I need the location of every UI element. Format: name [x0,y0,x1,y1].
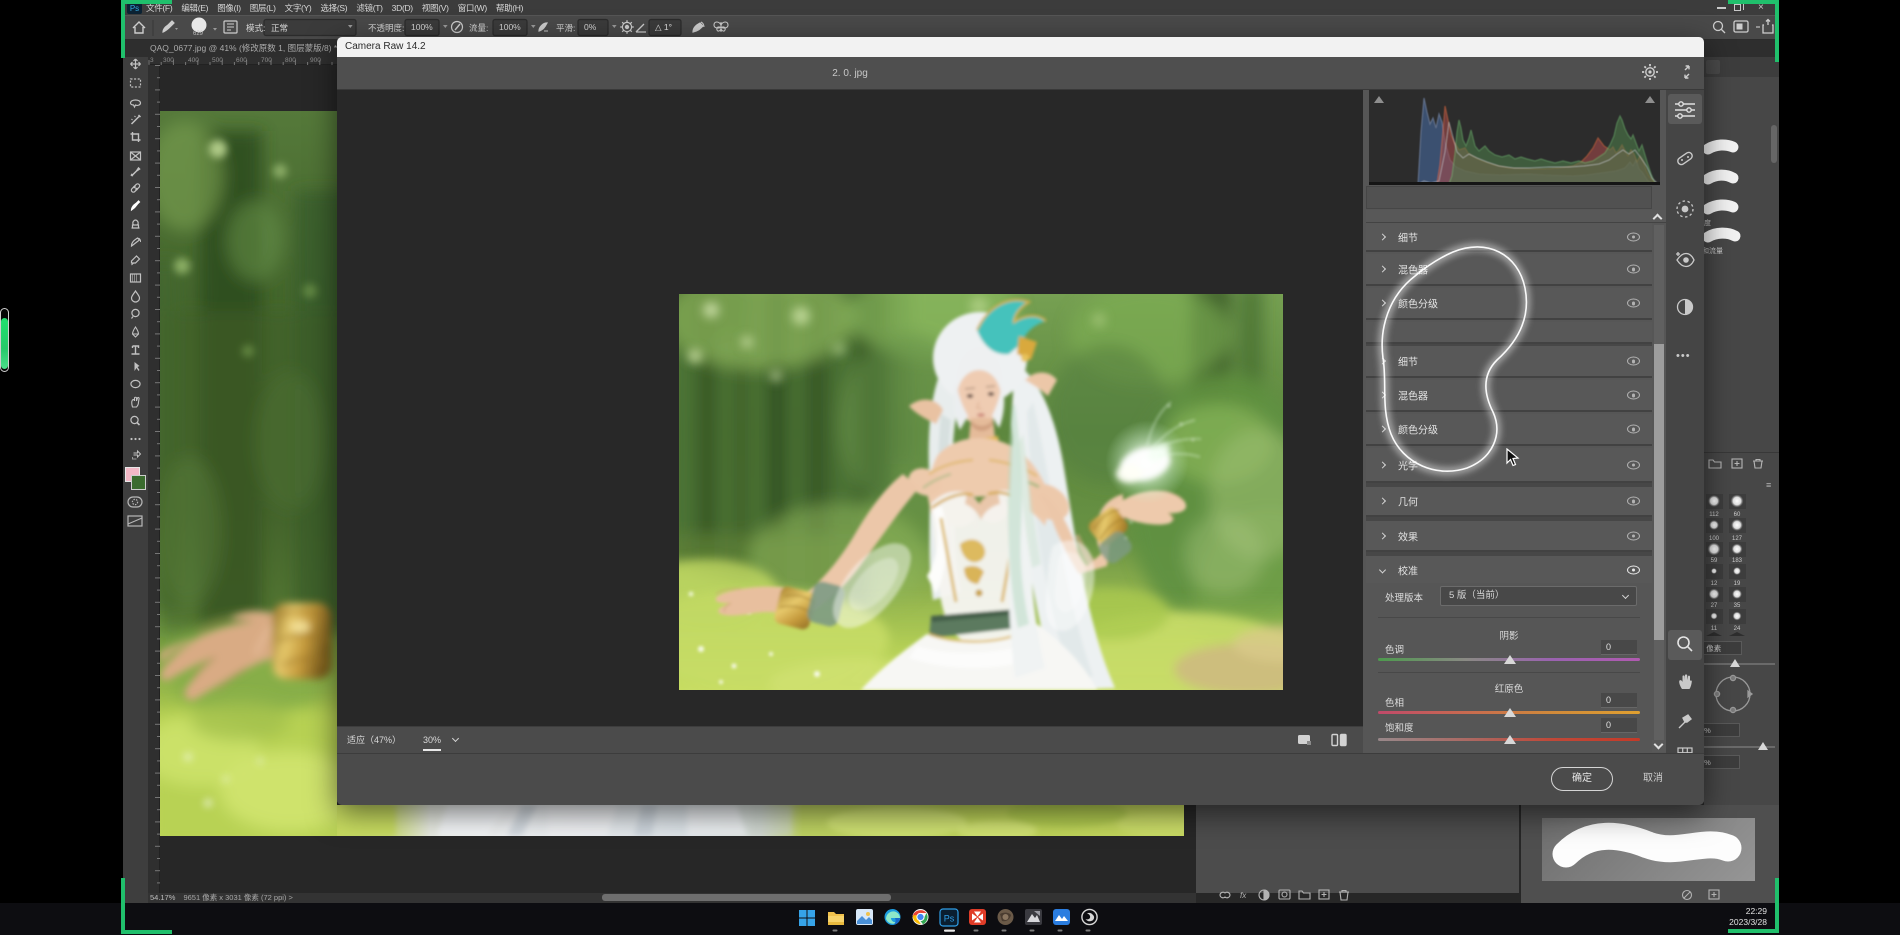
svg-text:112: 112 [1709,512,1719,518]
svg-text:24: 24 [1734,626,1741,632]
svg-text:Ps: Ps [944,914,955,924]
svg-text:27: 27 [1711,603,1718,609]
svg-text:60: 60 [1734,512,1741,518]
svg-text:100: 100 [1709,536,1720,542]
svg-text:11: 11 [1711,626,1718,632]
svg-text:19: 19 [1734,581,1741,587]
svg-text:127: 127 [1732,536,1743,542]
svg-text:183: 183 [1732,558,1743,564]
svg-text:12: 12 [1711,581,1718,587]
svg-text:59: 59 [1711,558,1718,564]
svg-text:fx: fx [1240,891,1247,900]
svg-text:35: 35 [1734,603,1741,609]
